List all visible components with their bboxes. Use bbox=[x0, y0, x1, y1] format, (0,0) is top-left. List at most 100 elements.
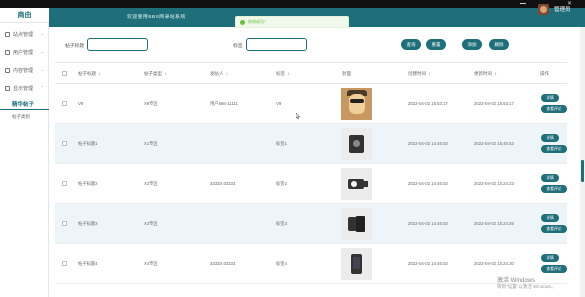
detail-button[interactable]: 详情 bbox=[541, 214, 559, 222]
column-header-actions: 操作 bbox=[540, 71, 549, 76]
cover-image bbox=[341, 128, 372, 160]
file-icon bbox=[5, 67, 10, 73]
home-icon bbox=[5, 31, 10, 37]
reset-button[interactable]: 重置 bbox=[426, 39, 446, 50]
row-checkbox[interactable] bbox=[62, 221, 67, 226]
table-row[interactable]: 帖子标题4 X4专区 33333-33333 标签4 2022-04-02 14… bbox=[55, 244, 567, 284]
post-title: 帖子标题3 bbox=[78, 221, 98, 226]
column-header-updated[interactable]: 更新时间 ⇕ bbox=[474, 71, 497, 77]
table-row[interactable]: V9 X9专区 用户666-11111 V9 2022-04-02 15:53:… bbox=[55, 84, 567, 124]
column-header-created[interactable]: 创建时间 ⇕ bbox=[408, 71, 431, 77]
query-button[interactable]: 查询 bbox=[401, 39, 421, 50]
table-row[interactable]: 帖子标题2 X2专区 33333-33333 标签2 2022-04-02 14… bbox=[55, 164, 567, 204]
post-tag: V9 bbox=[276, 101, 282, 106]
column-header-tag[interactable]: 标签 ⇕ bbox=[276, 71, 290, 77]
column-header-cover: 封面 bbox=[342, 71, 351, 76]
scrollbar-thumb[interactable] bbox=[581, 160, 584, 182]
created-time: 2022-04-02 14:46:02 bbox=[408, 141, 448, 146]
post-type: X4专区 bbox=[144, 261, 158, 266]
cover-image bbox=[341, 248, 372, 280]
view-comments-button[interactable]: 查看评论 bbox=[541, 105, 567, 113]
post-type: X2专区 bbox=[144, 181, 158, 186]
post-title: 帖子标题1 bbox=[78, 141, 98, 146]
tag-filter-label: 标签 bbox=[233, 44, 243, 49]
updated-time: 2022-04-02 15:24:26 bbox=[474, 221, 514, 226]
cover-image bbox=[341, 88, 372, 120]
created-time: 2022-04-02 14:46:02 bbox=[408, 261, 448, 266]
detail-button[interactable]: 详情 bbox=[541, 174, 559, 182]
title-filter-label: 帖子标题 bbox=[65, 44, 85, 49]
updated-time: 2022-04-02 15:45:53 bbox=[474, 141, 514, 146]
detail-button[interactable]: 详情 bbox=[541, 254, 559, 262]
user-icon bbox=[5, 49, 10, 55]
cover-image bbox=[341, 168, 372, 200]
post-type: X3专区 bbox=[144, 221, 158, 226]
view-comments-button[interactable]: 查看评论 bbox=[541, 145, 567, 153]
updated-time: 2022-04-02 15:53:17 bbox=[474, 101, 514, 106]
check-circle-icon bbox=[240, 19, 245, 25]
table-header: 帖子标题 ⇕ 帖子类型 ⇕ 发帖人 ⇕ 标签 ⇕ 封面 创建时间 ⇕ 更新时间 ⇕ 操作 bbox=[55, 62, 567, 84]
created-time: 2022-04-02 15:53:17 bbox=[408, 101, 448, 106]
updated-time: 2022-04-02 15:24:23 bbox=[474, 181, 514, 186]
sidebar-item-users[interactable]: 用户管理 ⌄ bbox=[0, 43, 49, 61]
column-header-type[interactable]: 帖子类型 ⇕ bbox=[144, 71, 167, 77]
sidebar-item-content[interactable]: 内容管理 ⌄ bbox=[0, 61, 49, 79]
post-title: V9 bbox=[78, 101, 84, 106]
app-root: { "brand": "商由", "header": { "title": "欢… bbox=[0, 0, 585, 297]
add-button[interactable]: 添加 bbox=[462, 39, 482, 50]
column-header-title[interactable]: 帖子标题 ⇕ bbox=[78, 71, 101, 77]
avatar[interactable] bbox=[538, 4, 549, 15]
post-title: 帖子标题2 bbox=[78, 181, 98, 186]
post-type: X1专区 bbox=[144, 141, 158, 146]
view-comments-button[interactable]: 查看评论 bbox=[541, 225, 567, 233]
sidebar-item-label: 站点管理 bbox=[13, 31, 34, 38]
post-tag: 标签4 bbox=[276, 261, 287, 266]
sidebar-item-display[interactable]: 显示管理 ⌃ bbox=[0, 79, 49, 97]
tag-search-input[interactable] bbox=[246, 38, 307, 51]
table-row[interactable]: 帖子标题1 X1专区 标签1 2022-04-02 14:46:02 2022-… bbox=[55, 124, 567, 164]
title-search-input[interactable] bbox=[87, 38, 148, 51]
row-checkbox[interactable] bbox=[62, 261, 67, 266]
windows-activation-watermark: 激活 Windows bbox=[497, 278, 536, 284]
post-title: 帖子标题4 bbox=[78, 261, 98, 266]
post-author: 用户666-11111 bbox=[210, 101, 238, 106]
sidebar-subitem-featured-posts[interactable]: 精华帖子 bbox=[0, 98, 49, 110]
post-tag: 标签2 bbox=[276, 181, 287, 186]
grid-icon bbox=[5, 85, 10, 91]
created-time: 2022-04-02 14:46:02 bbox=[408, 181, 448, 186]
brand-logo: 商由 bbox=[0, 8, 49, 23]
sidebar-subitem-post-category[interactable]: 帖子类别 bbox=[0, 112, 49, 122]
delete-button[interactable]: 删除 bbox=[489, 39, 509, 50]
sidebar-item-label: 用户管理 bbox=[13, 49, 34, 56]
success-toast: 修改成功！ bbox=[235, 16, 349, 28]
chevron-down-icon: ⌄ bbox=[40, 49, 44, 54]
updated-time: 2022-04-02 15:24:30 bbox=[474, 261, 514, 266]
post-author: 33333-33333 bbox=[210, 261, 236, 266]
toast-text: 修改成功！ bbox=[248, 19, 268, 24]
post-author: 33333-33333 bbox=[210, 181, 236, 186]
minimize-icon[interactable] bbox=[520, 3, 526, 4]
user-name[interactable]: 管理员 bbox=[554, 5, 571, 13]
row-checkbox[interactable] bbox=[62, 101, 67, 106]
detail-button[interactable]: 详情 bbox=[541, 94, 559, 102]
select-all-checkbox[interactable] bbox=[62, 71, 67, 76]
sidebar-item-site[interactable]: 站点管理 ⌄ bbox=[0, 25, 49, 43]
table-row[interactable]: 帖子标题3 X3专区 标签3 2022-04-02 14:46:02 2022-… bbox=[55, 204, 567, 244]
window-title-bar: ✕ bbox=[0, 0, 585, 8]
header-title: 欢迎使用BBS网录站系统 bbox=[127, 15, 186, 20]
cover-image bbox=[341, 208, 372, 240]
view-comments-button[interactable]: 查看评论 bbox=[541, 185, 567, 193]
view-comments-button[interactable]: 查看评论 bbox=[541, 265, 567, 273]
sidebar-item-label: 显示管理 bbox=[13, 85, 34, 92]
column-header-author[interactable]: 发帖人 ⇕ bbox=[210, 71, 228, 77]
detail-button[interactable]: 详情 bbox=[541, 134, 559, 142]
chevron-down-icon: ⌄ bbox=[40, 67, 44, 72]
row-checkbox[interactable] bbox=[62, 141, 67, 146]
windows-activation-hint: 转到"设置"以激活 Windows。 bbox=[497, 284, 556, 289]
row-checkbox[interactable] bbox=[62, 181, 67, 186]
chevron-up-icon: ⌃ bbox=[40, 85, 44, 90]
mouse-cursor-icon bbox=[296, 113, 300, 119]
post-tag: 标签1 bbox=[276, 141, 287, 146]
post-type: X9专区 bbox=[144, 101, 158, 106]
post-tag: 标签3 bbox=[276, 221, 287, 226]
